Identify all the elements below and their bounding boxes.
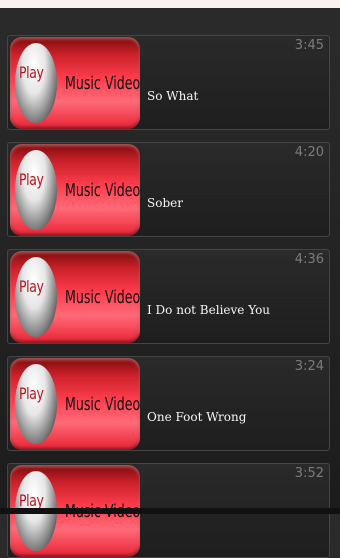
thumbnail-play-text: Play [19, 277, 44, 296]
thumbnail-caption: Music Video [65, 394, 140, 415]
thumbnail-caption: Music Video [65, 287, 140, 308]
bottom-edge [0, 508, 340, 514]
video-duration: 4:36 [294, 252, 324, 267]
video-thumbnail[interactable]: Play Music Video [10, 37, 140, 129]
play-disc-icon [15, 150, 57, 230]
video-thumbnail[interactable]: Play Music Video [10, 251, 140, 343]
video-item[interactable]: Play Music Video 4:20 Sober [7, 142, 330, 237]
play-disc-icon [15, 364, 57, 444]
thumbnail-play-text: Play [19, 384, 44, 403]
play-disc-icon [15, 257, 57, 337]
video-duration: 3:24 [294, 359, 324, 374]
video-duration: 3:45 [294, 38, 324, 53]
thumbnail-play-text: Play [19, 170, 44, 189]
video-item[interactable]: Play Music Video 3:24 One Foot Wrong [7, 356, 330, 451]
video-title: Sober [147, 196, 183, 210]
video-thumbnail[interactable]: Play Music Video [10, 144, 140, 236]
video-title: One Foot Wrong [147, 410, 247, 424]
video-title: I Do not Believe You [147, 303, 271, 317]
video-item[interactable]: Play Music Video 4:36 I Do not Believe Y… [7, 249, 330, 344]
thumbnail-caption: Music Video [65, 180, 140, 201]
video-item[interactable]: Play Music Video 3:45 So What [7, 35, 330, 130]
thumbnail-play-text: Play [19, 63, 44, 82]
video-duration: 4:20 [294, 145, 324, 160]
video-duration: 3:52 [294, 466, 324, 481]
video-thumbnail[interactable]: Play Music Video [10, 358, 140, 450]
video-title: So What [147, 89, 199, 103]
status-bar-strip [0, 0, 340, 8]
thumbnail-caption: Music Video [65, 73, 140, 94]
play-disc-icon [15, 43, 57, 123]
